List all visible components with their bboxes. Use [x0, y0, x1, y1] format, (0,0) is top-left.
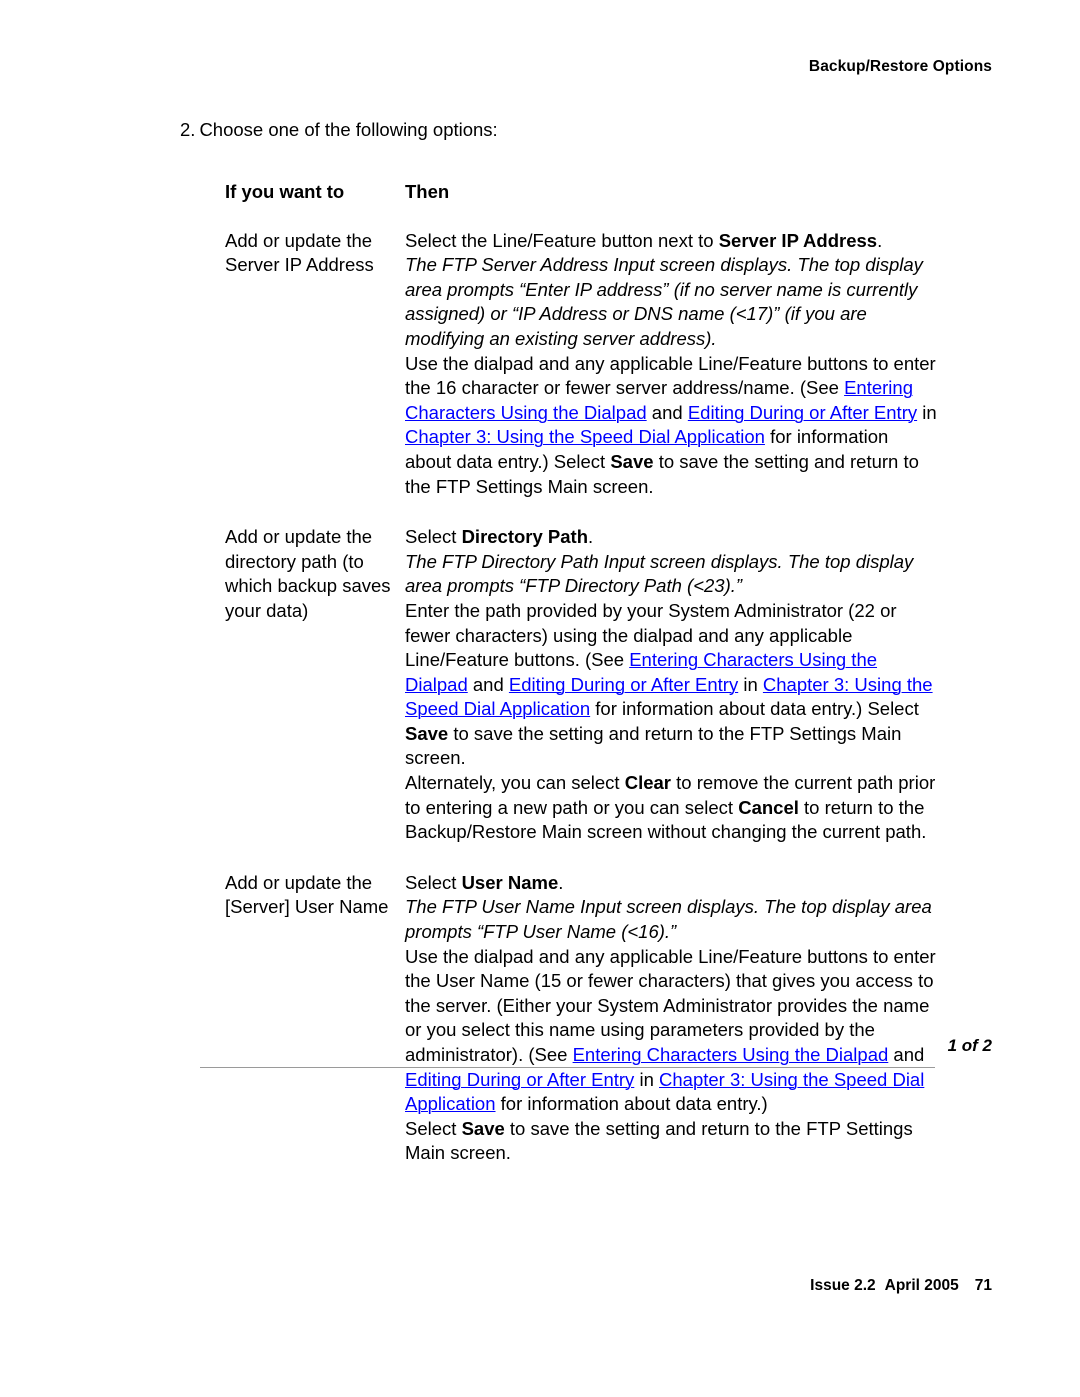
- action-detail: Use the dialpad and any applicable Line/…: [405, 945, 937, 1117]
- table-row: Add or update the directory path (to whi…: [225, 525, 937, 845]
- step-text: Choose one of the following options:: [199, 119, 498, 140]
- footer-issue: Issue 2.2: [810, 1277, 876, 1294]
- column-header-then: Then: [405, 181, 450, 202]
- button-name-save: Save: [610, 450, 654, 472]
- button-name-save: Save: [405, 722, 449, 744]
- action-lead-emphasis: Directory Path: [461, 526, 589, 548]
- step-number: 2.: [180, 119, 196, 140]
- action-lead: Select User Name.: [405, 871, 937, 896]
- table-bottom-rule: [200, 1067, 935, 1068]
- table-row: Add or update the [Server] User Name Sel…: [225, 871, 937, 1166]
- action-lead-tail: .: [558, 871, 564, 893]
- action-final: Select Save to save the setting and retu…: [405, 1117, 937, 1166]
- table-row: Add or update the Server IP Address Sele…: [225, 229, 937, 500]
- table-header-row: If you want to Then: [225, 180, 937, 205]
- action-lead-text: Select the Line/Feature button next to: [405, 229, 719, 251]
- action-lead: Select Directory Path.: [405, 525, 937, 550]
- action-lead-emphasis: User Name: [461, 871, 559, 893]
- running-header: Backup/Restore Options: [808, 58, 992, 75]
- cross-reference-link[interactable]: Chapter 3: Using the Speed Dial Applicat…: [405, 426, 765, 447]
- screen-note: The FTP Directory Path Input screen disp…: [405, 550, 914, 597]
- step-item: 2. Choose one of the following options:: [180, 118, 498, 143]
- row-action: Select Directory Path. The FTP Directory…: [405, 525, 937, 845]
- screen-note: The FTP Server Address Input screen disp…: [405, 254, 923, 349]
- cross-reference-link[interactable]: Editing During or After Entry: [509, 674, 738, 695]
- action-detail-text: to save the setting and return to the FT…: [405, 722, 902, 769]
- button-name-clear: Clear: [624, 772, 671, 794]
- footer-page-number: 71: [974, 1277, 992, 1294]
- row-condition: Add or update the [Server] User Name: [225, 871, 389, 918]
- button-name-save: Save: [461, 1117, 505, 1139]
- page-footer: Issue 2.2 April 2005 71: [0, 1277, 992, 1295]
- cross-reference-link[interactable]: Editing During or After Entry: [688, 402, 917, 423]
- cross-reference-link[interactable]: Editing During or After Entry: [405, 1069, 634, 1090]
- action-alternate: Alternately, you can select Clear to rem…: [405, 771, 937, 845]
- row-condition: Add or update the Server IP Address: [225, 229, 374, 276]
- action-lead-emphasis: Server IP Address: [718, 229, 878, 251]
- conjunction-text: in: [917, 401, 937, 423]
- action-detail-text: for information about data entry.): [495, 1093, 768, 1115]
- final-text: Select: [405, 1117, 462, 1139]
- conjunction-text: in: [738, 673, 763, 695]
- action-detail-text: for information about data entry.) Selec…: [590, 698, 919, 720]
- action-lead: Select the Line/Feature button next to S…: [405, 229, 937, 254]
- conjunction-text: in: [634, 1068, 659, 1090]
- button-name-cancel: Cancel: [738, 796, 799, 818]
- action-lead-tail: .: [877, 229, 883, 251]
- alternate-text: Alternately, you can select: [405, 772, 625, 794]
- column-header-if-you-want-to: If you want to: [225, 181, 345, 202]
- conjunction-text: and: [646, 401, 688, 423]
- footer-date: April 2005: [884, 1277, 959, 1294]
- conjunction-text: and: [467, 673, 509, 695]
- action-lead-text: Select: [405, 526, 462, 548]
- document-page: Backup/Restore Options 2. Choose one of t…: [0, 0, 1080, 1397]
- row-condition: Add or update the directory path (to whi…: [225, 526, 391, 621]
- table-continuation-marker: 1 of 2: [947, 1036, 992, 1055]
- action-detail: Use the dialpad and any applicable Line/…: [405, 352, 937, 500]
- action-detail: Enter the path provided by your System A…: [405, 599, 937, 771]
- row-action: Select the Line/Feature button next to S…: [405, 229, 937, 500]
- action-lead-tail: .: [588, 526, 594, 548]
- row-action: Select User Name. The FTP User Name Inpu…: [405, 871, 937, 1166]
- screen-note: The FTP User Name Input screen displays.…: [405, 896, 932, 943]
- action-lead-text: Select: [405, 871, 462, 893]
